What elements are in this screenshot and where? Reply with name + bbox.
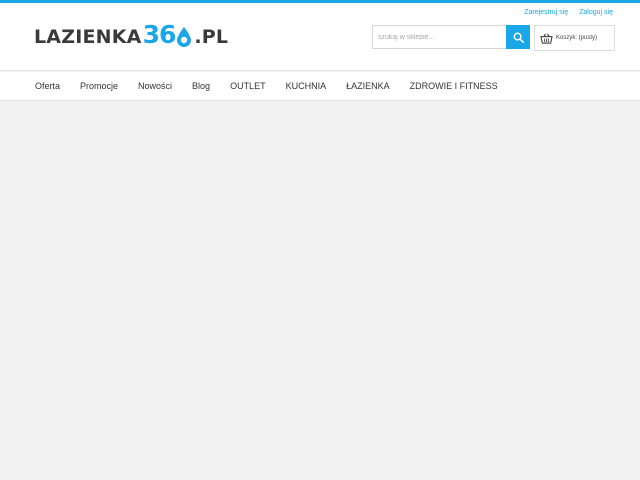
nav-item-oferta[interactable]: Oferta: [25, 81, 70, 91]
search-input[interactable]: [372, 25, 506, 49]
register-link[interactable]: Zarejestruj się: [524, 9, 568, 16]
site-header: LAZIENKA 36 .PL Zarejestruj się Zaloguj …: [0, 3, 640, 71]
logo-text-left: LAZIENKA: [34, 26, 142, 48]
logo-number: 36: [142, 20, 177, 49]
nav-item-promocje[interactable]: Promocje: [70, 81, 128, 91]
logo-text-right: .PL: [194, 26, 229, 48]
nav-item-kuchnia[interactable]: KUCHNIA: [276, 81, 337, 91]
login-link[interactable]: Zaloguj się: [579, 9, 613, 16]
nav-item-outlet[interactable]: OUTLET: [220, 81, 276, 91]
search-button[interactable]: [506, 25, 530, 49]
search-form: [372, 25, 530, 49]
cart-button[interactable]: Koszyk: (pusty): [534, 25, 615, 51]
nav-item-zdrowie-fitness[interactable]: ZDROWIE I FITNESS: [400, 81, 508, 91]
page-content: [0, 102, 640, 480]
water-drop-icon: [177, 27, 192, 47]
basket-icon: [540, 33, 553, 44]
cart-label: Koszyk: (pusty): [556, 35, 598, 41]
account-links: Zarejestruj się Zaloguj się: [524, 9, 613, 16]
nav-item-blog[interactable]: Blog: [182, 81, 220, 91]
nav-item-nowosci[interactable]: Nowości: [128, 81, 182, 91]
site-logo[interactable]: LAZIENKA 36 .PL: [34, 20, 228, 54]
search-icon: [513, 32, 524, 43]
nav-item-lazienka[interactable]: ŁAZIENKA: [336, 81, 400, 91]
main-navigation: Oferta Promocje Nowości Blog OUTLET KUCH…: [0, 72, 640, 101]
